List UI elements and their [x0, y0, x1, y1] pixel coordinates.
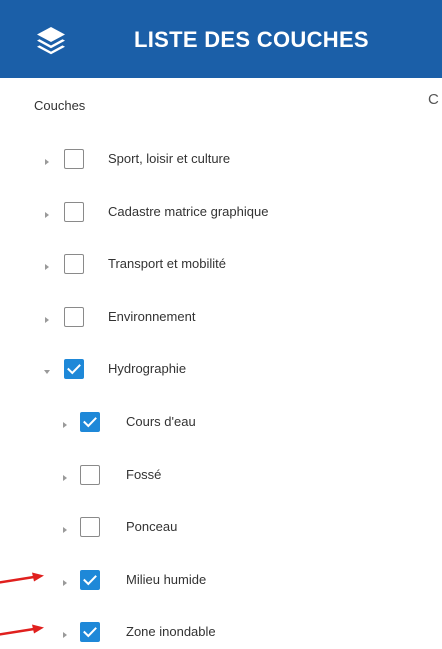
layer-label: Cadastre matrice graphique [108, 204, 269, 219]
check-icon [83, 627, 97, 638]
layer-label: Cours d'eau [126, 414, 196, 429]
clipped-text: C [428, 92, 439, 108]
layer-row[interactable]: Cadastre matrice graphique [0, 200, 400, 230]
layer-row[interactable]: Transport et mobilité [0, 252, 400, 282]
layer-checkbox[interactable] [64, 307, 84, 327]
caret-right-icon[interactable] [60, 630, 70, 640]
layer-row[interactable]: Cours d'eau [0, 410, 400, 440]
layer-row[interactable]: Hydrographie [0, 357, 400, 387]
caret-right-icon[interactable] [60, 578, 70, 588]
layer-label: Transport et mobilité [108, 256, 227, 271]
annotation-arrow-icon [0, 572, 44, 584]
section-label: Couches [34, 98, 86, 113]
caret-right-icon[interactable] [42, 210, 52, 220]
annotation-arrow-icon [0, 624, 44, 636]
layer-checkbox[interactable] [80, 412, 100, 432]
caret-right-icon[interactable] [60, 420, 70, 430]
check-icon [83, 417, 97, 428]
layer-checkbox[interactable] [80, 517, 100, 537]
layer-label: Sport, loisir et culture [108, 151, 231, 166]
layer-checkbox[interactable] [64, 149, 84, 169]
layer-checkbox[interactable] [64, 202, 84, 222]
layer-label: Zone inondable [126, 624, 216, 639]
caret-right-icon[interactable] [42, 262, 52, 272]
check-icon [67, 364, 81, 375]
layer-checkbox[interactable] [80, 570, 100, 590]
panel-header: LISTE DES COUCHES [0, 0, 442, 78]
layer-row[interactable]: Ponceau [0, 515, 400, 545]
caret-right-icon[interactable] [42, 157, 52, 167]
layer-list-panel: LISTE DES COUCHES Couches C Sport, loisi… [0, 0, 442, 649]
layer-row[interactable]: Zone inondable [0, 620, 400, 649]
layer-checkbox[interactable] [64, 359, 84, 379]
layer-label: Fossé [126, 467, 162, 482]
layer-row[interactable]: Fossé [0, 463, 400, 493]
layer-checkbox[interactable] [80, 465, 100, 485]
check-icon [83, 575, 97, 586]
panel-title: LISTE DES COUCHES [134, 27, 369, 52]
layer-label: Hydrographie [108, 361, 187, 376]
layer-label: Ponceau [126, 519, 178, 534]
layer-label: Environnement [108, 309, 196, 324]
layers-icon[interactable] [34, 23, 68, 57]
caret-right-icon[interactable] [60, 525, 70, 535]
caret-down-icon[interactable] [42, 367, 52, 377]
layer-row[interactable]: Environnement [0, 305, 400, 335]
layer-checkbox[interactable] [64, 254, 84, 274]
caret-right-icon[interactable] [60, 473, 70, 483]
layer-checkbox[interactable] [80, 622, 100, 642]
caret-right-icon[interactable] [42, 315, 52, 325]
layer-label: Milieu humide [126, 572, 207, 587]
layer-row[interactable]: Milieu humide [0, 568, 400, 598]
layer-row[interactable]: Sport, loisir et culture [0, 147, 400, 177]
